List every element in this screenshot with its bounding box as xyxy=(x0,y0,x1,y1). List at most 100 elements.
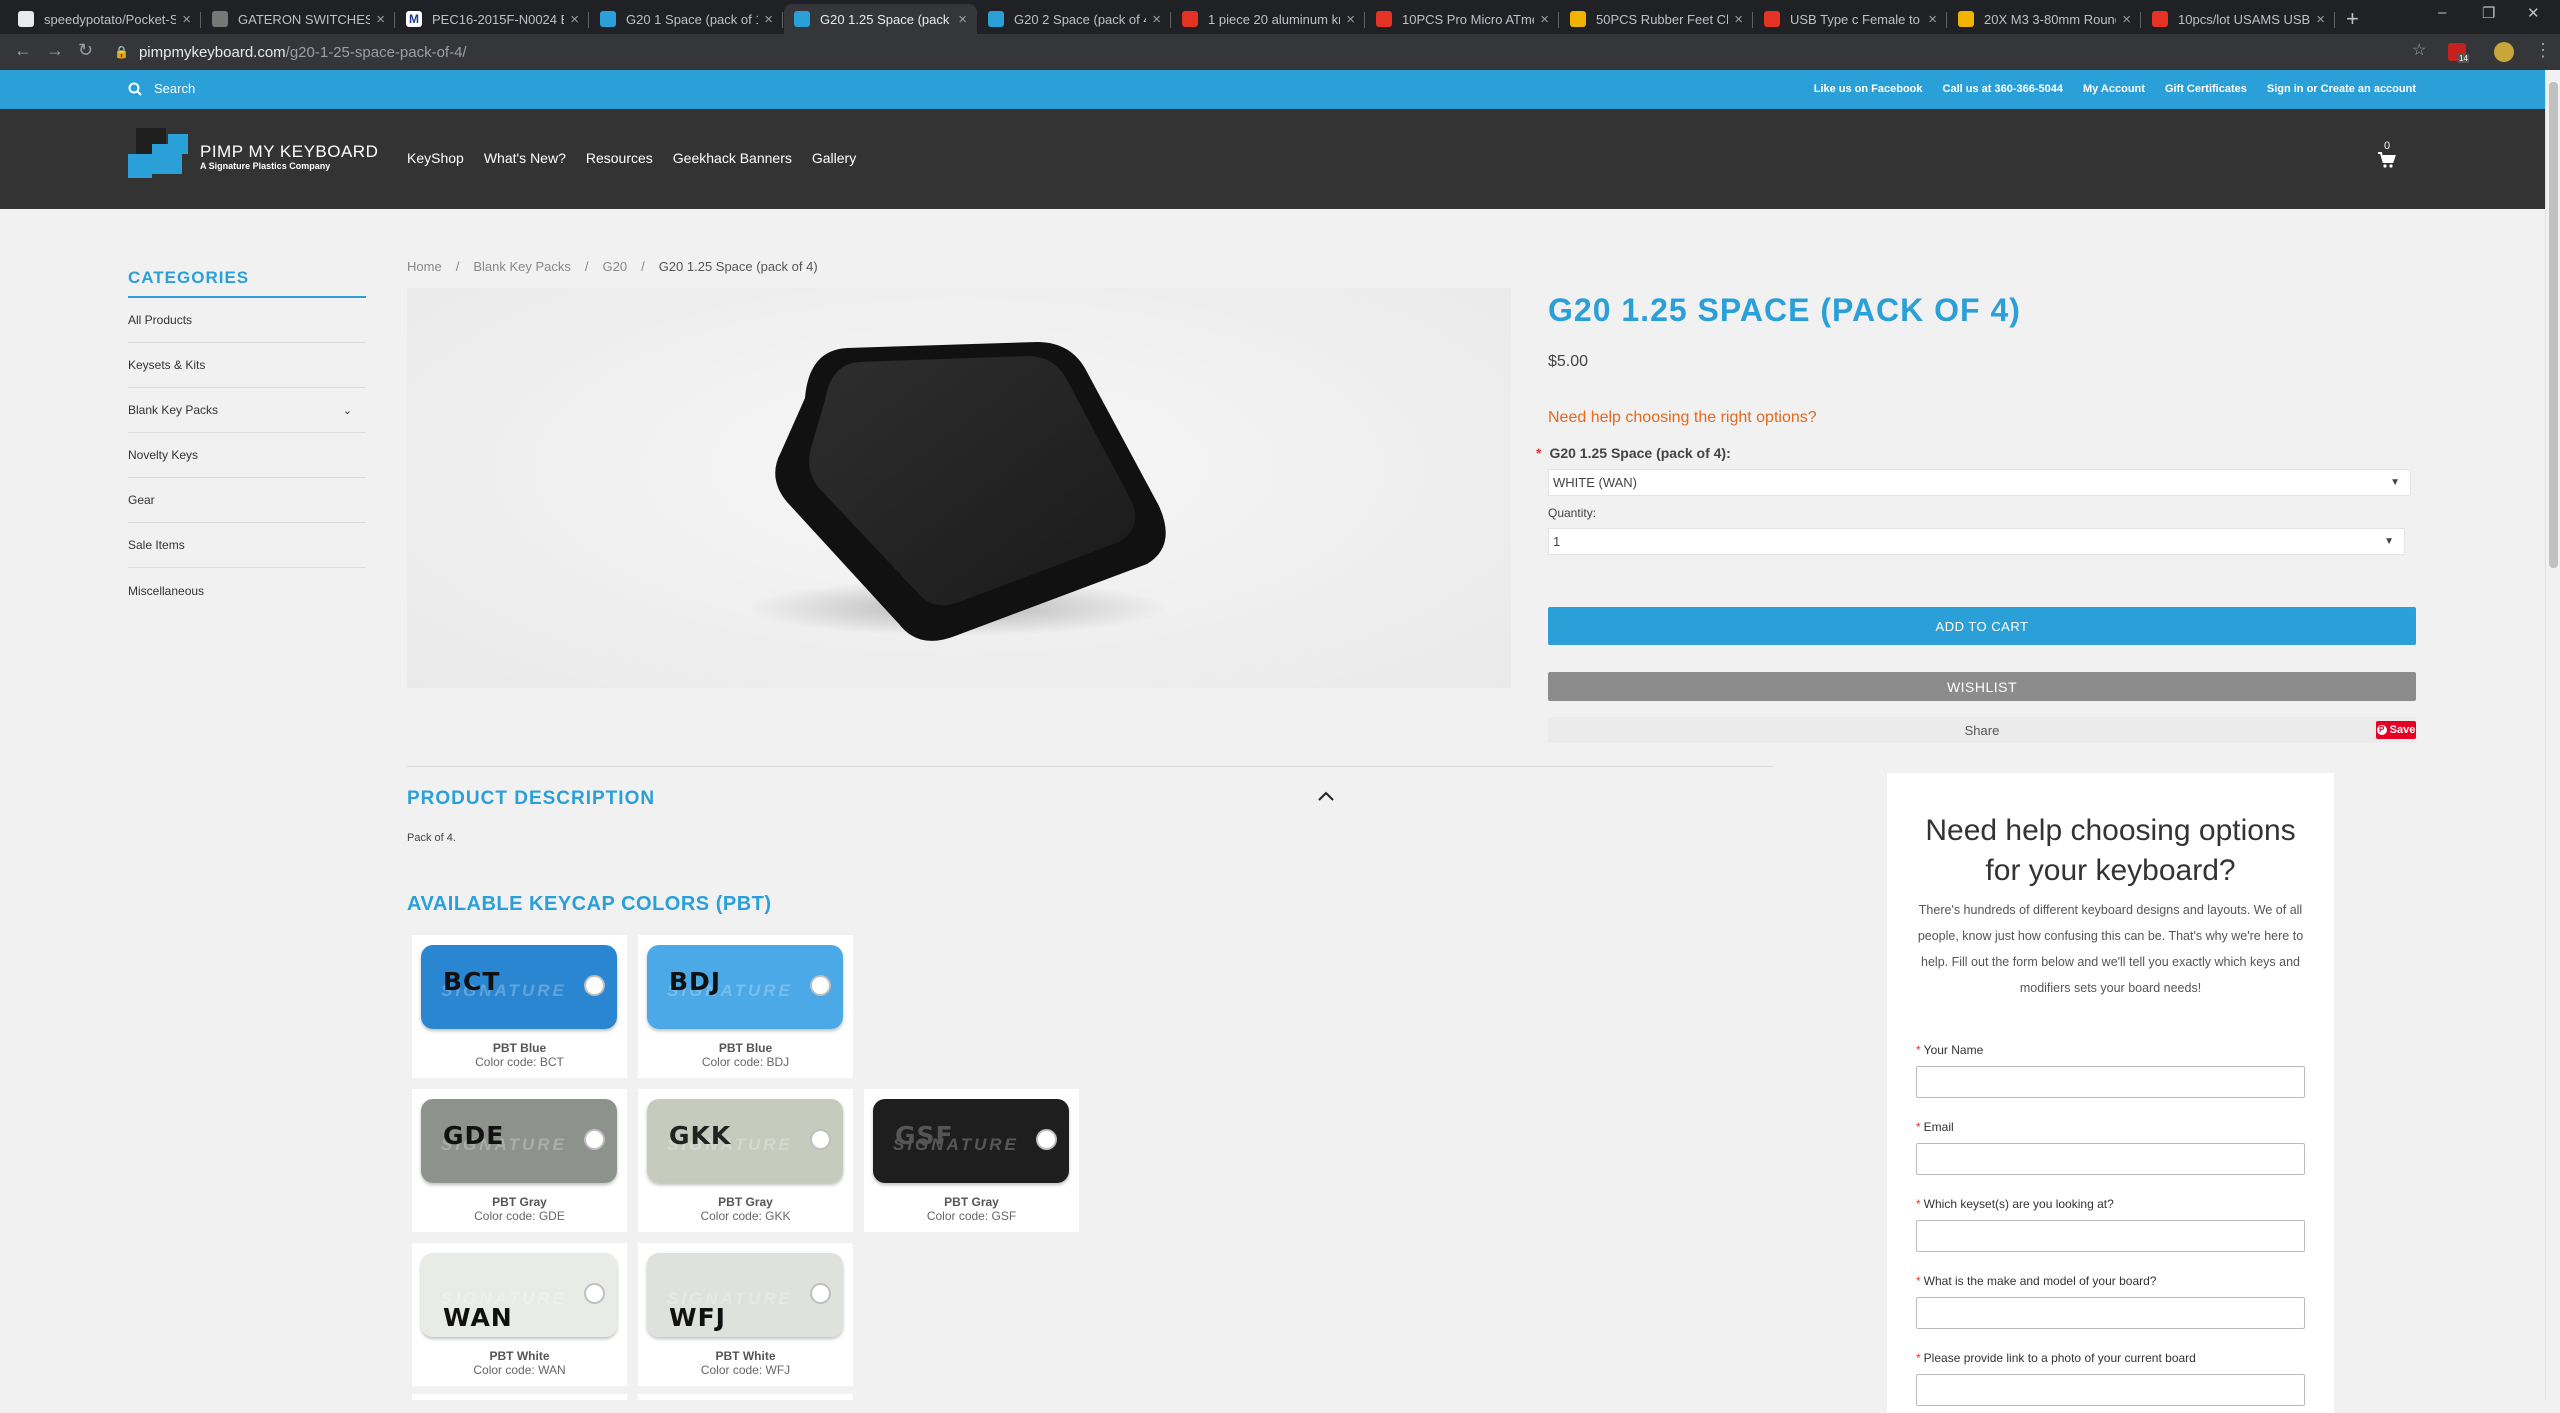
reload-icon[interactable]: ↻ xyxy=(78,40,93,61)
category-keysets-kits[interactable]: Keysets & Kits xyxy=(128,343,366,388)
photo-link-field[interactable] xyxy=(1916,1374,2305,1406)
new-tab-button[interactable]: + xyxy=(2346,6,2359,32)
browser-tab[interactable]: 1 piece 20 aluminum kn × xyxy=(1172,4,1365,34)
email-field[interactable] xyxy=(1916,1143,2305,1175)
facebook-link[interactable]: Like us on Facebook xyxy=(1814,83,1923,95)
minimize-icon[interactable]: – xyxy=(2438,4,2446,21)
tab-close-icon[interactable]: × xyxy=(1540,11,1549,28)
chevron-down-icon[interactable]: ⌄ xyxy=(343,404,352,417)
browser-tab[interactable]: USB Type c Female to M × xyxy=(1754,4,1947,34)
cart-button[interactable]: 0 xyxy=(2378,140,2396,173)
breadcrumb-blank-key-packs[interactable]: Blank Key Packs xyxy=(473,259,571,274)
url-host: pimpmykeyboard.com xyxy=(138,43,286,61)
color-card: SIGNATURE WAN PBT White Color code: WAN xyxy=(412,1243,627,1386)
gift-certificates-link[interactable]: Gift Certificates xyxy=(2165,83,2247,95)
tab-close-icon[interactable]: × xyxy=(1152,11,1161,28)
tab-close-icon[interactable]: × xyxy=(1928,11,1937,28)
browser-tab[interactable]: M PEC16-2015F-N0024 Bo × xyxy=(396,4,589,34)
tab-close-icon[interactable]: × xyxy=(958,11,967,28)
category-label: Blank Key Packs xyxy=(128,403,219,417)
category-sale-items[interactable]: Sale Items xyxy=(128,523,366,568)
option-select[interactable]: WHITE (WAN) ▼ xyxy=(1548,469,2411,496)
category-novelty-keys[interactable]: Novelty Keys xyxy=(128,433,366,478)
board-model-field[interactable] xyxy=(1916,1297,2305,1329)
profile-avatar[interactable] xyxy=(2494,42,2514,62)
site-search[interactable]: Search xyxy=(128,81,195,96)
nav-whats-new[interactable]: What's New? xyxy=(484,150,566,166)
color-name: PBT Blue xyxy=(718,1041,773,1055)
name-field[interactable] xyxy=(1916,1066,2305,1098)
category-blank-key-packs[interactable]: Blank Key Packs ⌄ xyxy=(128,388,366,433)
cart-icon xyxy=(2378,152,2396,168)
tab-close-icon[interactable]: × xyxy=(1346,11,1355,28)
nav-gallery[interactable]: Gallery xyxy=(812,150,856,166)
tab-close-icon[interactable]: × xyxy=(2316,11,2325,28)
category-miscellaneous[interactable]: Miscellaneous xyxy=(128,568,366,613)
pinterest-save-button[interactable]: P Save xyxy=(2376,721,2416,739)
back-icon[interactable]: ← xyxy=(14,40,32,61)
help-form-intro: There's hundreds of different keyboard d… xyxy=(1917,903,2304,995)
share-button[interactable]: Share xyxy=(1548,717,2416,743)
color-name: PBT White xyxy=(489,1349,550,1363)
browser-tab[interactable]: 10pcs/lot USAMS USB T × xyxy=(2142,4,2335,34)
nav-geekhack-banners[interactable]: Geekhack Banners xyxy=(673,150,792,166)
tab-close-icon[interactable]: × xyxy=(570,11,579,28)
tab-close-icon[interactable]: × xyxy=(182,11,191,28)
browser-tab[interactable]: speedypotato/Pocket-S × xyxy=(8,4,201,34)
my-account-link[interactable]: My Account xyxy=(2083,83,2145,95)
nav-resources[interactable]: Resources xyxy=(586,150,653,166)
logo-name: PIMP MY KEYBOARD xyxy=(200,142,379,161)
bookmark-star-icon[interactable]: ☆ xyxy=(2412,40,2426,60)
tab-title: G20 1.25 Space (pack of xyxy=(820,11,953,27)
color-card: SIGNATURE GKK PBT Gray Color code: GKK xyxy=(638,1089,853,1232)
field-label-name: * Your Name xyxy=(1916,1043,1984,1057)
breadcrumb-separator: / xyxy=(641,259,645,274)
url-path: /g20-1-25-space-pack-of-4/ xyxy=(285,43,467,61)
product-description-title[interactable]: PRODUCT DESCRIPTION xyxy=(407,788,655,810)
browser-tab[interactable]: GATERON SWITCHES (1 × xyxy=(202,4,395,34)
tab-close-icon[interactable]: × xyxy=(2122,11,2131,28)
swatch-code: WFJ xyxy=(669,1303,726,1332)
close-window-icon[interactable]: ✕ xyxy=(2527,4,2540,22)
browser-tab[interactable]: 50PCS Rubber Feet Clea × xyxy=(1560,4,1753,34)
browser-tab[interactable]: G20 1 Space (pack of 10 × xyxy=(590,4,783,34)
site-logo[interactable]: PIMP MY KEYBOARD A Signature Plastics Co… xyxy=(128,128,378,186)
tab-close-icon[interactable]: × xyxy=(376,11,385,28)
browser-tab[interactable]: 20X M3 3-80mm Round × xyxy=(1948,4,2141,34)
dropdown-arrow-icon: ▼ xyxy=(2384,536,2394,547)
wishlist-button[interactable]: WISHLIST xyxy=(1548,672,2416,701)
browser-tab[interactable]: 10PCS Pro Micro ATmeg × xyxy=(1366,4,1559,34)
keyset-field[interactable] xyxy=(1916,1220,2305,1252)
url-field[interactable]: 🔒 pimpmykeyboard.com/g20-1-25-space-pack… xyxy=(114,38,2414,66)
forward-icon[interactable]: → xyxy=(46,40,64,61)
category-gear[interactable]: Gear xyxy=(128,478,366,523)
search-label: Search xyxy=(154,81,196,96)
help-choosing-options-link[interactable]: Need help choosing the right options? xyxy=(1548,409,1817,427)
breadcrumb-g20[interactable]: G20 xyxy=(602,259,627,274)
restore-icon[interactable]: ❐ xyxy=(2482,4,2495,22)
tab-close-icon[interactable]: × xyxy=(764,11,773,28)
add-to-cart-button[interactable]: ADD TO CART xyxy=(1548,607,2416,645)
breadcrumb-home[interactable]: Home xyxy=(407,259,442,274)
extension-badge: 14 xyxy=(2458,54,2469,63)
chevron-up-icon[interactable] xyxy=(1317,789,1335,807)
quantity-select[interactable]: 1 ▼ xyxy=(1548,528,2405,555)
tab-title: G20 2 Space (pack of 4) xyxy=(1014,11,1147,27)
tab-close-icon[interactable]: × xyxy=(1734,11,1743,28)
scrollbar-thumb[interactable] xyxy=(2549,82,2558,568)
color-card xyxy=(638,1394,853,1400)
tab-favicon-icon xyxy=(2152,11,2168,27)
field-label-text: Email xyxy=(1923,1120,1954,1134)
product-price: $5.00 xyxy=(1548,353,1589,370)
browser-tab[interactable]: G20 1.25 Space (pack of × xyxy=(784,4,977,34)
phone-link[interactable]: Call us at 360-366-5044 xyxy=(1943,83,2063,95)
browser-menu-icon[interactable]: ⋮ xyxy=(2534,40,2552,61)
product-image[interactable] xyxy=(407,288,1511,688)
nav-keyshop[interactable]: KeyShop xyxy=(407,150,464,166)
product-title: G20 1.25 SPACE (PACK OF 4) xyxy=(1548,292,2021,328)
browser-tab[interactable]: G20 2 Space (pack of 4) × xyxy=(978,4,1171,34)
sign-in-link[interactable]: Sign in or Create an account xyxy=(2267,83,2416,95)
color-name: PBT Gray xyxy=(492,1195,547,1209)
page-scrollbar[interactable] xyxy=(2545,70,2560,1400)
category-all-products[interactable]: All Products xyxy=(128,298,366,343)
